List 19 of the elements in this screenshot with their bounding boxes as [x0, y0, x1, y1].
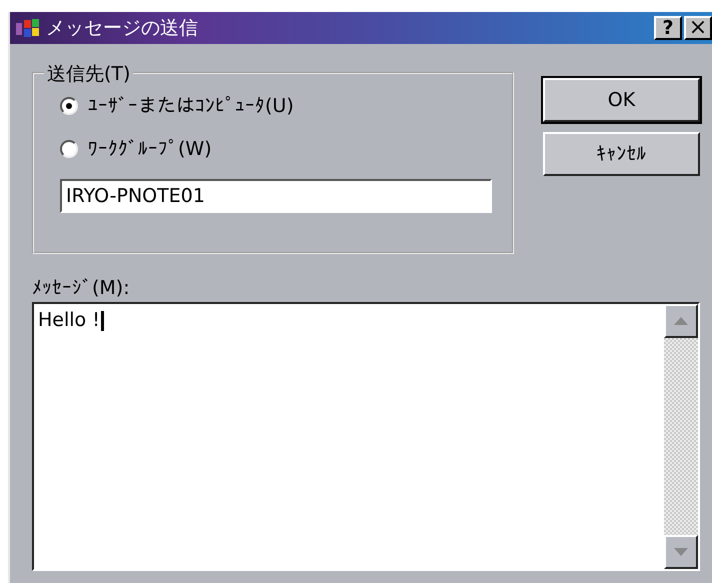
cancel-button[interactable]: ｷｬﾝｾﾙ: [543, 132, 700, 176]
message-field[interactable]: Hello !: [32, 302, 700, 571]
scroll-down-button[interactable]: [664, 535, 698, 569]
radio-button[interactable]: [60, 140, 78, 158]
close-button[interactable]: ×: [684, 16, 712, 40]
radio-button[interactable]: [60, 97, 78, 116]
window-title: メッセージの送信: [46, 16, 198, 41]
ok-button[interactable]: OK: [543, 78, 700, 122]
scroll-up-button[interactable]: [664, 304, 698, 338]
scrollbar[interactable]: [664, 304, 698, 569]
radio-option[interactable]: ﾜｰｸｸﾞﾙｰﾌﾟ(W): [60, 134, 512, 163]
down-arrow-icon: [674, 548, 688, 556]
message-text: Hello !: [38, 309, 100, 331]
message-label: ﾒｯｾｰｼﾞ(M):: [32, 276, 130, 301]
radio-option[interactable]: ﾕｰｻﾞｰまたはｺﾝﾋﾟｭｰﾀ(U): [60, 92, 512, 120]
help-button[interactable]: ?: [654, 16, 682, 40]
window-flag-icon: [16, 17, 42, 39]
computer-name-field[interactable]: IRYO-PNOTE01: [60, 179, 492, 213]
up-arrow-icon: [674, 317, 688, 325]
